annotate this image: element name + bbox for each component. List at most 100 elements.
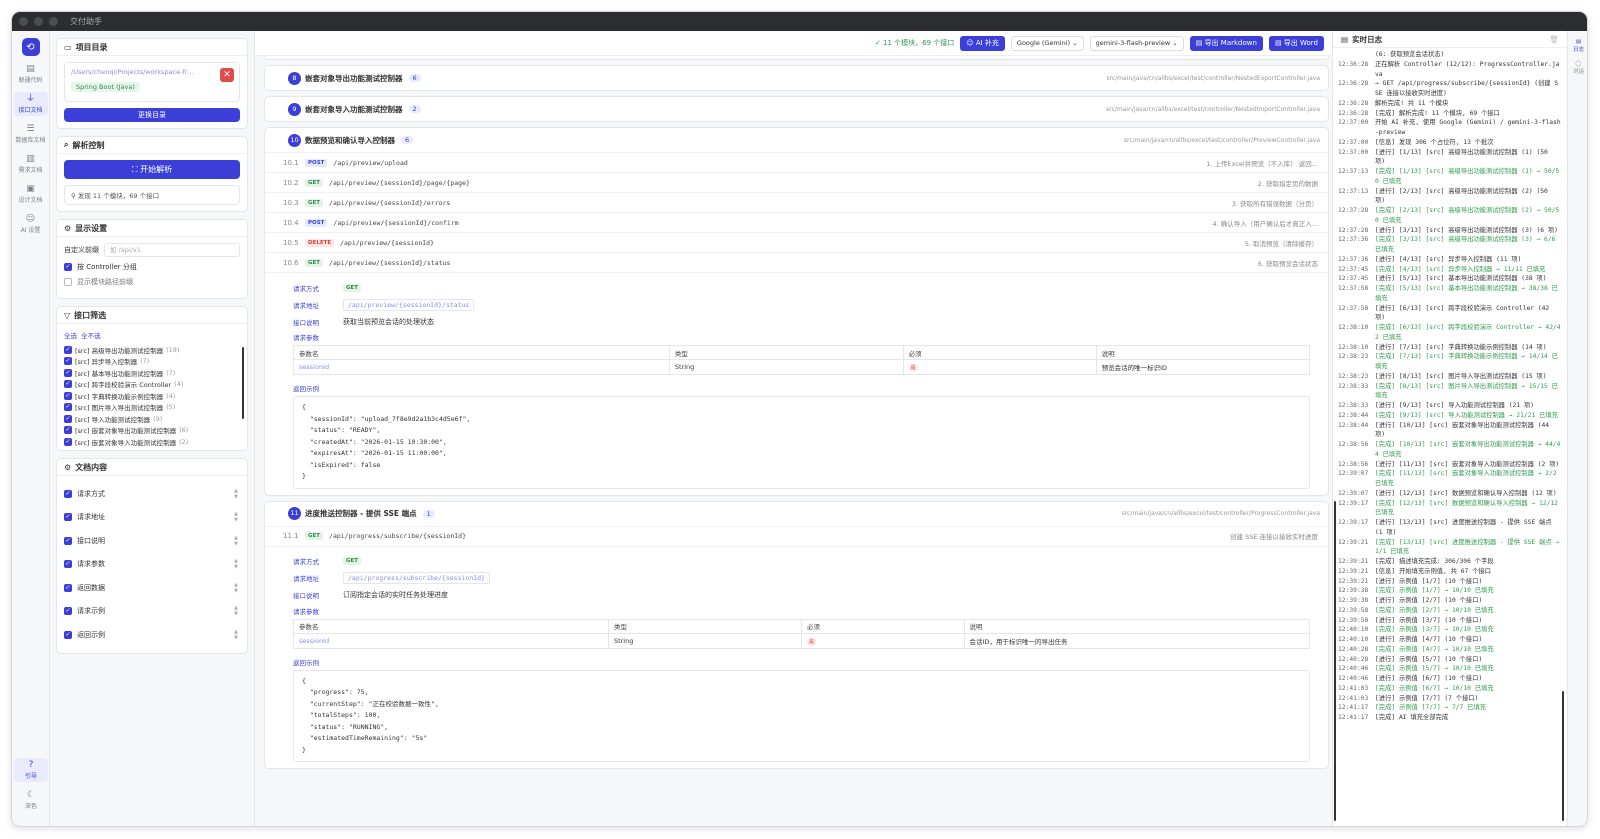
filter-scrollbar[interactable] — [242, 347, 244, 419]
nav-item-requirements-docs[interactable]: ▥ 需求文档 — [14, 152, 48, 176]
robot-icon: ☺ — [966, 38, 976, 47]
filter-icon: ▽ — [64, 310, 71, 320]
close-window-button[interactable] — [19, 17, 28, 26]
log-text: [完成] [13/13] [src] 进度推送控制器 - 提供 SSE 端点 →… — [1375, 538, 1560, 556]
endpoint-row[interactable]: 10.6 GET/api/preview/{sessionId}/status 6.… — [265, 252, 1328, 272]
book-icon: ▥ — [26, 154, 35, 164]
provider-select[interactable]: Google (Gemini) ⌄ — [1010, 35, 1084, 51]
log-scrollbar[interactable] — [1562, 691, 1564, 821]
endpoint-row[interactable]: 11.1 GET/api/progress/subscribe/{sessionI… — [265, 525, 1328, 546]
log-line: 12:37:45 [进行] [5/13] [src] 基本导出功能测试控制器 (3… — [1338, 274, 1561, 284]
filter-item-label: [src] 异步导入控制器 — [75, 358, 138, 367]
reorder-arrows-icon[interactable]: ▲ ▼ — [234, 558, 238, 570]
doc-content-item[interactable]: ✓ 返回示例 ▲ ▼ — [64, 623, 240, 647]
endpoint-row[interactable]: 10.3 GET/api/preview/{sessionId}/errors 3.… — [265, 192, 1328, 212]
filter-item-count: (6) — [179, 426, 189, 435]
column-header: 必须 — [800, 618, 965, 634]
group-header[interactable]: 8 嵌套对象导出功能测试控制器 6 src/main/java/cn/allbs/ex… — [265, 66, 1328, 90]
endpoint-row[interactable]: 10.4 POST/api/preview/{sessionId}/confirm… — [265, 212, 1328, 232]
file-icon: ▤ — [1195, 38, 1205, 47]
log-timestamp: 12:39:58 — [1338, 616, 1369, 624]
change-directory-button[interactable]: 更换目录 — [64, 108, 240, 122]
params-table: 参数名 类型 必须 说明 sessionId String 是预览会话的唯一标识ID — [293, 345, 1311, 375]
log-timestamp: 12:41:17 — [1338, 704, 1369, 712]
code-file-icon: ▤ — [26, 64, 35, 74]
filter-item-count: (7) — [140, 357, 150, 366]
checkbox-checked-icon: ✓ — [64, 380, 72, 389]
filter-item[interactable]: ✓ [src] 嵌套对象导出功能测试控制器 (6) — [64, 425, 240, 437]
filter-item[interactable]: ✓ [src] 导入功能测试控制器 (9) — [64, 413, 240, 425]
reorder-arrows-icon[interactable]: ▲ ▼ — [234, 488, 238, 500]
ai-supplement-button[interactable]: ☺ AI 补充 — [960, 35, 1005, 51]
doc-content-item[interactable]: ✓ 返回数据 ▲ ▼ — [64, 576, 240, 600]
log-line: 12:37:58 [完成] [5/13] [src] 基本导出功能测试控制器 → … — [1338, 284, 1561, 304]
minimize-window-button[interactable] — [34, 17, 43, 26]
return-example-code: { "sessionId": "upload_7f8e9d2a1b3c4d5e6… — [293, 396, 1310, 489]
checkbox-checked-icon: ✓ — [64, 426, 72, 435]
start-parse-button[interactable]: ⛶ 开始解析 — [64, 160, 240, 179]
doc-content-item[interactable]: ✓ 请求参数 ▲ ▼ — [64, 553, 240, 577]
param-type: String — [668, 359, 904, 375]
request-url-label: 请求地址 — [293, 301, 319, 310]
endpoint-row[interactable]: 10.1 POST/api/preview/upload 1. 上传Excel并预览… — [265, 152, 1328, 172]
show-module-prefix-checkbox[interactable]: 显示模块路径前缀 — [64, 277, 240, 287]
doc-content-item[interactable]: ✓ 接口说明 ▲ ▼ — [64, 529, 240, 553]
table-row: sessionId String 是 预览会话的唯一标识ID — [293, 359, 1311, 375]
filter-item[interactable]: ✓ [src] 高级导出功能测试控制器 (18) — [64, 344, 240, 356]
doc-content-item[interactable]: ✓ 请求示例 ▲ ▼ — [64, 600, 240, 624]
log-scrollbar-left[interactable] — [1334, 501, 1336, 821]
log-line: 12:39:58 [进行] 示例值 [3/7] (10 个接口) — [1338, 616, 1561, 626]
export-word-button[interactable]: ▤ 导出 Word — [1268, 35, 1324, 51]
export-markdown-button[interactable]: ▤ 导出 Markdown — [1189, 35, 1263, 51]
trash-icon[interactable]: 🗑 — [1549, 35, 1559, 44]
endpoint-url: /api/preview/{sessionId}/confirm — [333, 218, 459, 227]
group-header[interactable]: 10 数据预览和确认导入控制器 6 src/main/java/cn/allbs/ex… — [265, 128, 1328, 152]
model-select[interactable]: gemini-3-flash-preview ⌄ — [1089, 35, 1184, 51]
group-number: 8 — [288, 71, 301, 85]
group-header[interactable]: 11 进度推送控制器 - 提供 SSE 端点 1 src/main/java/cn/a… — [265, 502, 1328, 526]
log-line: 12:41:03 [完成] 示例值 [6/7] → 10/10 已填充 — [1338, 684, 1561, 694]
filter-item-count: (2) — [179, 437, 189, 446]
endpoint-row[interactable]: 10.5 DELETE/api/preview/{sessionId} 5. 取消预… — [265, 232, 1328, 252]
reorder-arrows-icon[interactable]: ▲ ▼ — [234, 605, 238, 617]
prefix-input[interactable]: 如 /api/v1 — [104, 243, 240, 257]
doc-content-label: 请求示例 — [77, 607, 105, 616]
nav-item-design-docs[interactable]: ▣ 设计文档 — [14, 182, 48, 206]
reorder-arrows-icon[interactable]: ▲ ▼ — [234, 582, 238, 594]
filter-item-count: (4) — [174, 380, 184, 389]
log-text: [进行] 示例值 [3/7] (10 个接口) — [1375, 616, 1483, 624]
reorder-arrows-icon[interactable]: ▲ ▼ — [234, 535, 238, 547]
filter-item[interactable]: ✓ [src] 字典转换功能示例控制器 (4) — [64, 390, 240, 402]
reorder-arrows-icon[interactable]: ▲ ▼ — [234, 629, 238, 641]
maximize-window-button[interactable] — [49, 17, 58, 26]
log-text: (6: 获取预览会话状态) — [1375, 51, 1445, 58]
select-none-link[interactable]: 全不选 — [81, 332, 101, 340]
log-line: 12:37:45 [完成] [4/13] [src] 异步导入控制器 → 11/1… — [1338, 265, 1561, 275]
filter-item[interactable]: ✓ [src] 异步导入控制器 (7) — [64, 356, 240, 368]
filter-item[interactable]: ✓ [src] 图片导入导出测试控制器 (5) — [64, 402, 240, 414]
http-method-badge: GET — [305, 258, 324, 267]
select-all-link[interactable]: 全选 — [64, 332, 77, 340]
remove-project-button[interactable]: ✕ — [220, 68, 234, 82]
log-text: [完成] 解析完成! 11 个模块, 69 个接口 — [1375, 109, 1500, 117]
reorder-arrows-icon[interactable]: ▲ ▼ — [234, 511, 238, 523]
nav-item-code[interactable]: ▤ 联通代码 — [14, 62, 48, 86]
nav-item-guide[interactable]: ? 引导 — [14, 758, 48, 782]
doc-content-item[interactable]: ✓ 请求地址 ▲ ▼ — [64, 506, 240, 530]
nav-item-database-docs[interactable]: ☰ 数据库文档 — [14, 122, 48, 146]
filter-item[interactable]: ✓ [src] 基本导出功能测试控制器 (7) — [64, 367, 240, 379]
plug-icon: ⏚ — [25, 94, 35, 104]
nav-item-api-docs[interactable]: ⏚ 接口文档 — [13, 92, 48, 116]
group-by-controller-checkbox[interactable]: ✓ 按 Controller 分组 — [64, 262, 240, 272]
theme-toggle[interactable]: ☾ 深色 — [14, 788, 48, 812]
doc-content-item[interactable]: ✓ 请求方式 ▲ ▼ — [64, 482, 240, 506]
log-text: [进行] 示例值 [4/7] (10 个接口) — [1375, 636, 1483, 643]
rail-tab-chat[interactable]: ◯ 对话 — [1568, 61, 1587, 75]
filter-item[interactable]: ✓ [src] 跨字段校验演示 Controller (4) — [64, 379, 240, 391]
endpoint-row[interactable]: 10.2 GET/api/preview/{sessionId}/page/{pa… — [265, 172, 1328, 192]
endpoint-url: /api/progress/subscribe/{sessionId} — [329, 532, 466, 540]
nav-item-ai-settings[interactable]: ☺ AI 设置 — [14, 212, 48, 236]
rail-tab-log[interactable]: ▤ 日志 — [1568, 39, 1587, 53]
group-header[interactable]: 9 嵌套对象导入功能测试控制器 2 src/main/java/cn/allbs/ex… — [265, 97, 1328, 121]
filter-item[interactable]: ✓ [src] 嵌套对象导入功能测试控制器 (2) — [64, 436, 240, 448]
